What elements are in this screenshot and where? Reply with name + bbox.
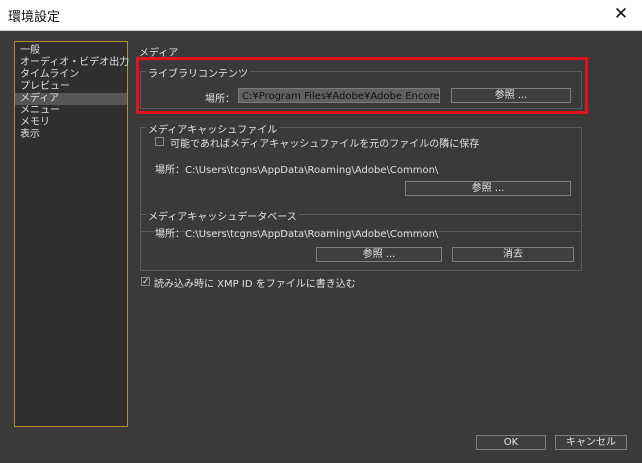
- dialog-body: 一般 オーディオ・ビデオ出力 タイムライン プレビュー メディア メニュー メモ…: [0, 31, 642, 463]
- write-xmp-id-checkbox[interactable]: ✓: [141, 277, 150, 287]
- cache-file-location-text: 場所：C:\Users\tcgns\AppData\Roaming\Adobe\…: [155, 165, 439, 176]
- save-cache-next-to-originals-label: 可能であればメディアキャッシュファイルを元のファイルの隣に保存: [170, 139, 480, 150]
- sidebar-item-timeline[interactable]: タイムライン: [15, 69, 127, 81]
- highlight-box: [136, 57, 588, 114]
- cache-db-clear-button[interactable]: 消去: [452, 247, 574, 262]
- cache-file-group-title: メディアキャッシュファイル: [146, 121, 280, 136]
- cache-db-group-title: メディアキャッシュデータベース: [146, 208, 299, 223]
- sidebar-item-display[interactable]: 表示: [15, 129, 127, 141]
- title-bar: 環境設定 ✕: [0, 0, 642, 31]
- cache-db-group: メディアキャッシュデータベース: [140, 208, 582, 271]
- save-cache-next-to-originals-checkbox[interactable]: [155, 137, 164, 146]
- sidebar-item-menu[interactable]: メニュー: [15, 105, 127, 117]
- category-list: 一般 オーディオ・ビデオ出力 タイムライン プレビュー メディア メニュー メモ…: [14, 41, 129, 427]
- sidebar-item-preview[interactable]: プレビュー: [15, 81, 127, 93]
- cache-file-browse-button[interactable]: 参照 ...: [405, 181, 571, 196]
- ok-button[interactable]: OK: [476, 435, 546, 450]
- write-xmp-id-label: 読み込み時に XMP ID をファイルに書き込む: [154, 279, 356, 290]
- cache-db-browse-button[interactable]: 参照 ...: [316, 247, 442, 262]
- window-title: 環境設定: [8, 10, 61, 25]
- cancel-button[interactable]: キャンセル: [555, 435, 627, 450]
- cache-db-location-text: 場所：C:\Users\tcgns\AppData\Roaming\Adobe\…: [155, 229, 439, 240]
- sidebar-item-general[interactable]: 一般: [15, 45, 127, 57]
- sidebar-item-audio-video-output[interactable]: オーディオ・ビデオ出力: [15, 57, 129, 69]
- close-icon[interactable]: ✕: [610, 3, 632, 25]
- sidebar-item-memory[interactable]: メモリ: [15, 117, 127, 129]
- sidebar-item-media[interactable]: メディア: [15, 93, 127, 105]
